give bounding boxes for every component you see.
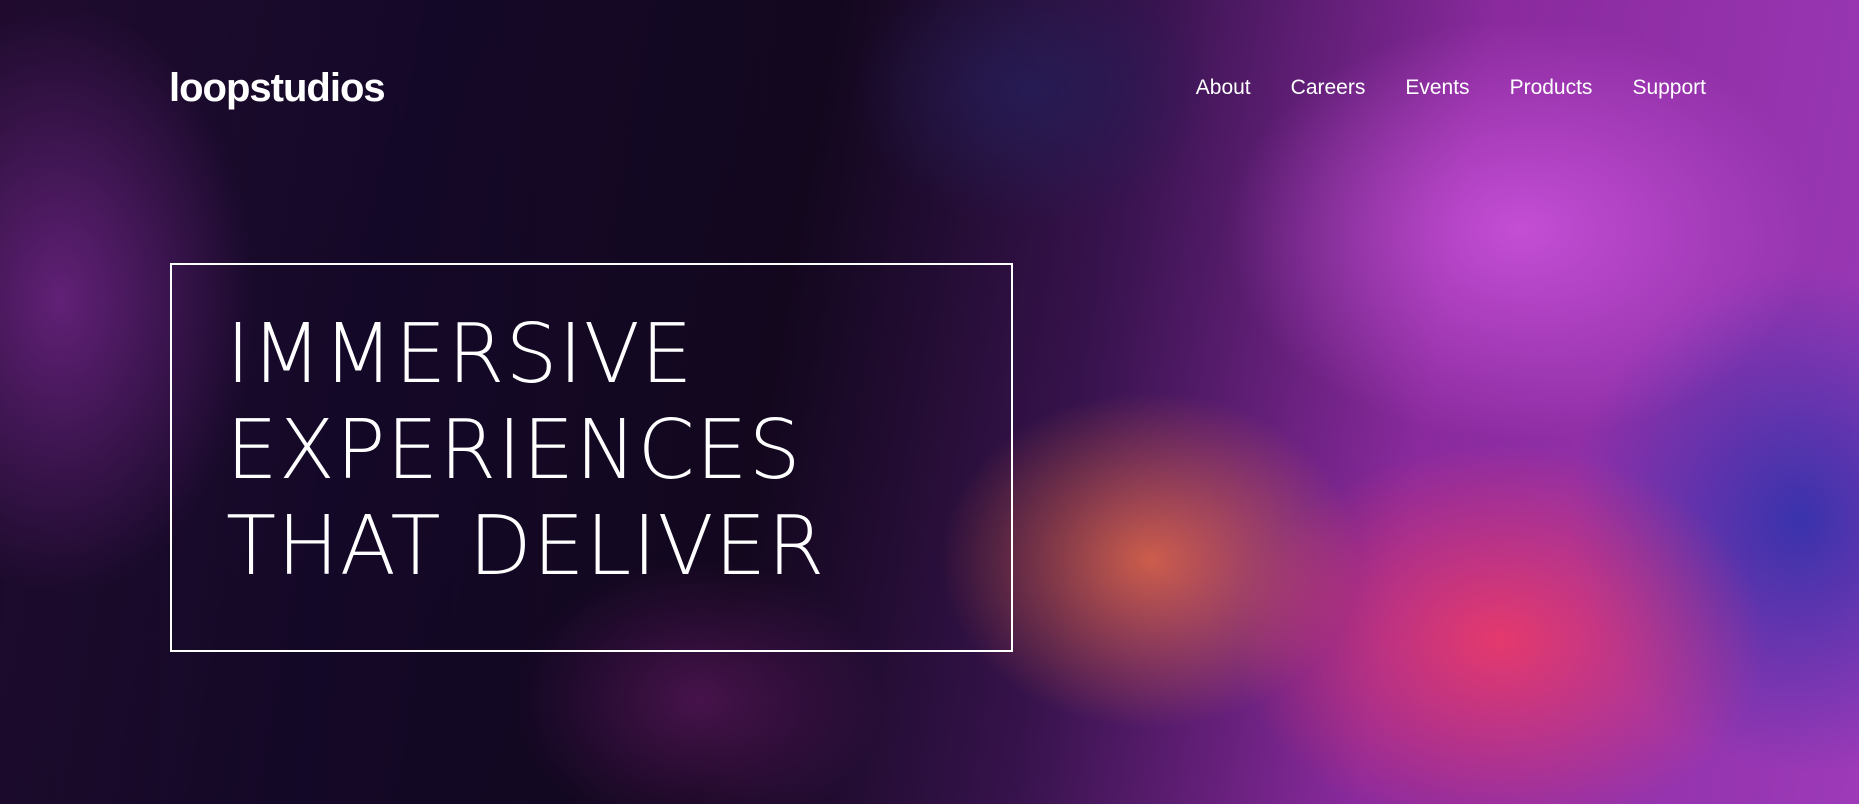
nav-item-products[interactable]: Products [1510, 76, 1593, 99]
logo[interactable]: loopstudios [169, 66, 386, 111]
headline-line-3: THAT DELIVER [226, 499, 826, 594]
headline-box: IMMERSIVE EXPERIENCES THAT DELIVER [170, 263, 1013, 652]
nav-item-support[interactable]: Support [1632, 76, 1706, 99]
main-nav: About Careers Events Products Support [1196, 76, 1706, 100]
hero-headline: IMMERSIVE EXPERIENCES THAT DELIVER [226, 307, 825, 595]
nav-list: About Careers Events Products Support [1196, 76, 1706, 100]
hero-section: loopstudios About Careers Events Product… [0, 0, 1859, 804]
headline-line-1: IMMERSIVE [226, 307, 694, 402]
headline-line-2: EXPERIENCES [226, 403, 802, 498]
nav-item-about[interactable]: About [1196, 76, 1251, 99]
nav-item-events[interactable]: Events [1405, 76, 1469, 99]
site-header: loopstudios About Careers Events Product… [169, 58, 1706, 118]
nav-item-careers[interactable]: Careers [1291, 76, 1366, 99]
